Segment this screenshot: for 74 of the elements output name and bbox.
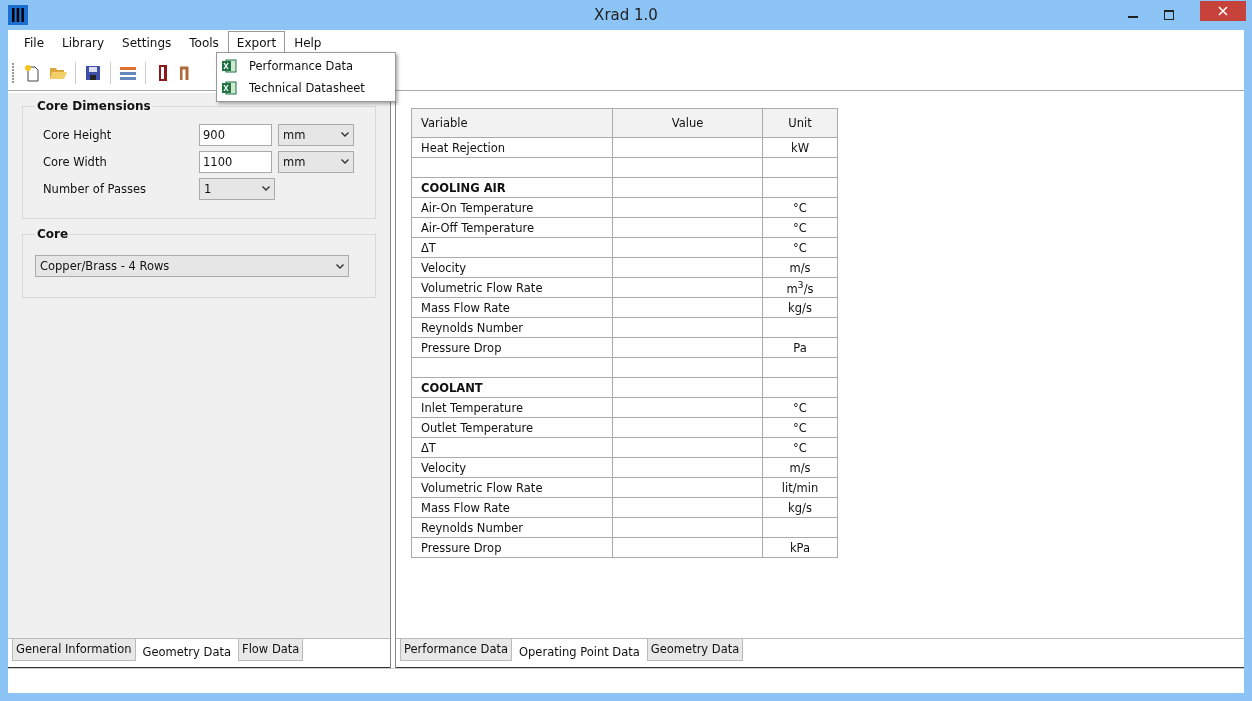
core-dropdown[interactable]: Copper/Brass - 4 Rows [35, 255, 349, 277]
menu-item[interactable]: Help [285, 30, 331, 55]
table-cell: COOLANT [411, 377, 613, 398]
table-cell: Mass Flow Rate [411, 497, 613, 518]
unit-cell: m$^{3}$/s [786, 281, 814, 296]
unit-cell: °C [793, 400, 807, 415]
unit-cell: lit/min [781, 480, 819, 495]
field-label: Core Height [43, 127, 113, 142]
save-icon[interactable] [84, 63, 102, 82]
table-cell: Pressure Drop [411, 337, 613, 358]
menu-item[interactable]: Performance Data [217, 55, 395, 77]
caret-icon [262, 186, 270, 191]
window-title: Xrad 1.0 [594, 6, 658, 24]
menu-item[interactable]: Technical Datasheet [217, 77, 395, 99]
caret-icon [336, 263, 344, 269]
unit-dropdown[interactable]: mm [278, 123, 354, 146]
dropdown[interactable]: 1 [199, 177, 275, 200]
column-header: Variable [411, 108, 613, 138]
field-label: Core Width [43, 154, 108, 169]
table-cell: Reynolds Number [411, 517, 613, 538]
unit-cell: °C [793, 240, 807, 255]
app-icon [8, 5, 28, 25]
table-cell: Air-On Temperature [411, 197, 613, 218]
input-field[interactable]: 1100 [199, 150, 272, 173]
caret-icon [341, 159, 349, 164]
unit-cell: kW [791, 140, 809, 155]
caret-icon [341, 132, 349, 137]
table-cell: Mass Flow Rate [411, 297, 613, 318]
menu-item[interactable]: Settings [113, 30, 181, 55]
table-cell: Velocity [411, 257, 613, 278]
new-file-icon[interactable] [23, 63, 41, 82]
column-header: Value [612, 108, 763, 138]
table-cell: Outlet Temperature [411, 417, 613, 438]
field-label: Number of Passes [43, 181, 148, 196]
spreadsheet-icon [221, 58, 237, 74]
unit-cell: °C [793, 200, 807, 215]
unit-cell: kg/s [788, 300, 812, 315]
tab[interactable]: Flow Data [238, 639, 304, 661]
table-cell: Pressure Drop [411, 537, 613, 558]
table-cell: Air-Off Temperature [411, 217, 613, 238]
group-title: Core [36, 227, 70, 241]
toolbar-grip-icon [12, 61, 15, 84]
menu-item[interactable]: Tools [180, 30, 228, 55]
close-icon [1218, 6, 1228, 16]
unit-dropdown[interactable]: mm [278, 150, 354, 173]
unit-cell: kPa [789, 540, 811, 555]
input-field[interactable]: 900 [199, 123, 272, 146]
table-cell: Velocity [411, 457, 613, 478]
column-header: Unit [762, 108, 838, 138]
unit-cell: °C [793, 220, 807, 235]
unit-cell: °C [793, 440, 807, 455]
table-cell: Reynolds Number [411, 317, 613, 338]
unit-cell: Pa [793, 340, 807, 355]
close-button[interactable] [1200, 1, 1246, 21]
table-cell: Heat Rejection [411, 137, 613, 158]
table-cell: Volumetric Flow Rate [411, 477, 613, 498]
menu-item[interactable]: File [15, 30, 54, 55]
table-cell: Inlet Temperature [411, 397, 613, 418]
table-cell: ΔT [411, 237, 613, 258]
unit-cell: °C [793, 420, 807, 435]
table-cell: ΔT [411, 437, 613, 458]
tab[interactable]: Geometry Data [646, 639, 744, 661]
menu-item[interactable]: Library [53, 30, 114, 55]
tab[interactable]: General Information [12, 639, 136, 661]
unit-cell: m/s [789, 260, 811, 275]
group-title: Core Dimensions [36, 99, 152, 113]
tab[interactable]: Performance Data [400, 639, 512, 661]
unit-cell: m/s [789, 460, 811, 475]
table-cell: COOLING AIR [411, 177, 613, 198]
spreadsheet-icon [221, 80, 237, 96]
menu-item[interactable]: Export [227, 30, 286, 55]
maximize-icon[interactable] [1164, 10, 1174, 20]
unit-cell: kg/s [788, 500, 812, 515]
table-cell: Volumetric Flow Rate [411, 277, 613, 298]
